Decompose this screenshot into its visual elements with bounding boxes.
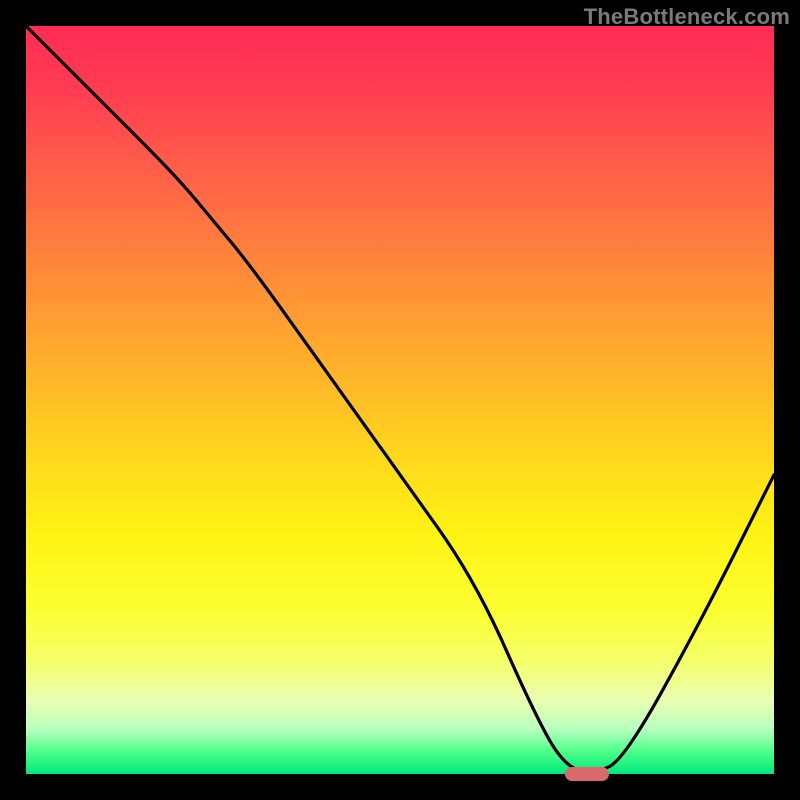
chart-plot-area: [26, 26, 774, 774]
bottleneck-curve: [26, 26, 774, 774]
chart-frame: TheBottleneck.com: [0, 0, 800, 800]
optimum-marker: [565, 767, 610, 781]
watermark-text: TheBottleneck.com: [584, 4, 790, 30]
